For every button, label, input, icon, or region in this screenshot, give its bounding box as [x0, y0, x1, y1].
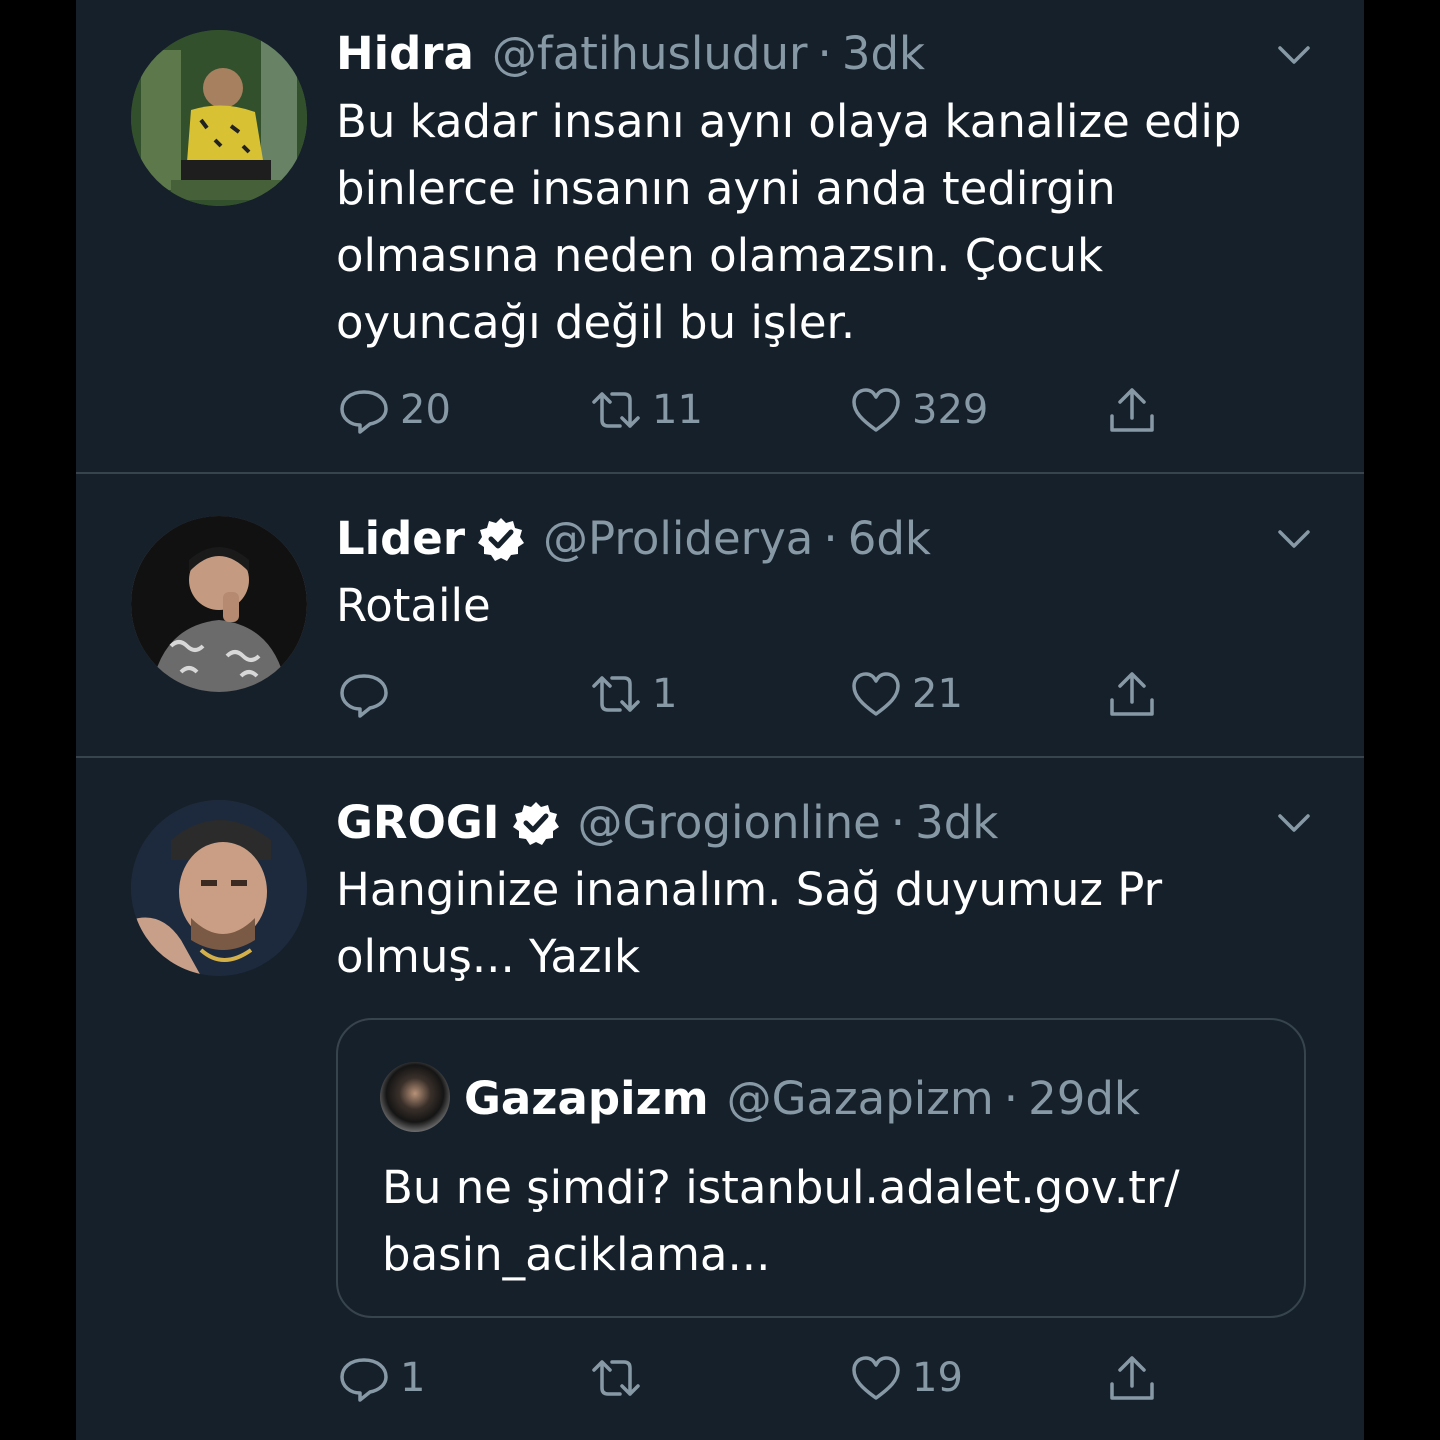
like-icon: [852, 388, 900, 432]
like-count: 19: [912, 1355, 963, 1401]
retweet-button[interactable]: 11: [588, 380, 703, 440]
user-handle[interactable]: @fatihusludur: [492, 24, 808, 84]
tweet-text-line: binlerce insanın ayni anda tedirgin: [336, 162, 1116, 215]
share-button[interactable]: [1104, 1348, 1160, 1408]
separator: ·: [1003, 1071, 1019, 1125]
quoted-tweet-header: Gazapizm @Gazapizm · 29dk: [464, 1068, 1140, 1128]
chevron-down-icon[interactable]: [1274, 518, 1314, 558]
retweet-button[interactable]: 1: [588, 664, 677, 724]
quoted-text-line: basin_aciklama...: [382, 1228, 771, 1281]
retweet-count: 11: [652, 387, 703, 433]
reply-button[interactable]: [336, 664, 400, 724]
tweet-actions: 20 11 329: [336, 380, 1236, 440]
retweet-icon: [592, 1360, 640, 1396]
user-handle[interactable]: @Grogionline: [578, 793, 881, 853]
quoted-user-handle: @Gazapizm: [726, 1071, 994, 1125]
separator: ·: [890, 796, 906, 849]
reply-icon: [340, 674, 388, 718]
quoted-timestamp: 29dk: [1028, 1071, 1140, 1125]
quoted-display-name: Gazapizm: [464, 1071, 709, 1125]
timeline: Hidra @fatihusludur · 3dk Bu kadar insan…: [76, 0, 1364, 1440]
share-icon: [1110, 388, 1154, 432]
retweet-icon: [592, 676, 640, 712]
share-icon: [1110, 1356, 1154, 1400]
tweet-header: Lider @Proliderya · 6dk: [336, 509, 1324, 569]
reply-count: 20: [400, 387, 451, 433]
reply-count: 1: [400, 1355, 426, 1401]
user-handle[interactable]: @Proliderya: [543, 509, 813, 569]
verified-badge-icon: [512, 802, 559, 845]
tweet-text-line: oyuncağı değil bu işler.: [336, 296, 856, 349]
display-name[interactable]: Lider: [336, 509, 465, 569]
quoted-text-line: Bu ne şimdi? istanbul.adalet.gov.tr/: [382, 1161, 1180, 1214]
reply-button[interactable]: 1: [336, 1348, 425, 1408]
avatar[interactable]: [131, 30, 307, 206]
share-button[interactable]: [1104, 380, 1160, 440]
like-count: 21: [912, 671, 963, 717]
like-button[interactable]: 329: [848, 380, 988, 440]
avatar[interactable]: [131, 800, 307, 976]
display-name[interactable]: GROGI: [336, 793, 500, 853]
separator: ·: [817, 27, 832, 80]
tweet-text-line: olmuş... Yazık: [336, 930, 641, 983]
tweet-text: Hanginize inanalım. Sağ duyumuz Pr olmuş…: [336, 856, 1296, 990]
like-button[interactable]: 21: [848, 664, 963, 724]
tweet-actions: 1 19: [336, 1348, 1236, 1408]
chevron-down-icon[interactable]: [1274, 34, 1314, 74]
tweet-text-line: Rotaile: [336, 579, 491, 632]
retweet-icon: [592, 392, 640, 428]
tweet-text-line: olmasına neden olamazsın. Çocuk: [336, 229, 1104, 282]
share-icon: [1110, 672, 1154, 716]
like-button[interactable]: 19: [848, 1348, 963, 1408]
like-icon: [852, 672, 900, 716]
tweet-header: Hidra @fatihusludur · 3dk: [336, 24, 1324, 84]
timestamp[interactable]: 6dk: [848, 509, 931, 569]
tweet-card[interactable]: Lider @Proliderya · 6dk Rotaile 1 21: [76, 474, 1364, 758]
tweet-text: Rotaile: [336, 572, 1296, 639]
retweet-count: 1: [652, 671, 678, 717]
tweet-text-line: Bu kadar insanı aynı olaya kanalize edip: [336, 95, 1242, 148]
reply-icon: [340, 390, 388, 434]
timestamp[interactable]: 3dk: [915, 793, 998, 853]
like-icon: [852, 1356, 900, 1400]
like-count: 329: [912, 387, 989, 433]
tweet-actions: 1 21: [336, 664, 1236, 724]
timestamp[interactable]: 3dk: [842, 24, 925, 84]
reply-button[interactable]: 20: [336, 380, 451, 440]
tweet-card[interactable]: Hidra @fatihusludur · 3dk Bu kadar insan…: [76, 0, 1364, 474]
chevron-down-icon[interactable]: [1274, 802, 1314, 842]
tweet-text-line: Hanginize inanalım. Sağ duyumuz Pr: [336, 863, 1163, 916]
retweet-button[interactable]: [588, 1348, 652, 1408]
tweet-text: Bu kadar insanı aynı olaya kanalize edip…: [336, 88, 1296, 356]
tweet-card[interactable]: GROGI @Grogionline · 3dk Hanginize inana…: [76, 758, 1364, 1440]
verified-badge-icon: [478, 518, 525, 561]
display-name[interactable]: Hidra: [336, 24, 474, 84]
share-button[interactable]: [1104, 664, 1160, 724]
quoted-tweet[interactable]: Gazapizm @Gazapizm · 29dk Bu ne şimdi? i…: [336, 1018, 1306, 1318]
avatar[interactable]: [131, 516, 307, 692]
reply-icon: [340, 1358, 388, 1402]
tweet-header: GROGI @Grogionline · 3dk: [336, 793, 1324, 853]
quoted-avatar[interactable]: [380, 1062, 450, 1132]
separator: ·: [823, 512, 838, 565]
quoted-tweet-text: Bu ne şimdi? istanbul.adalet.gov.tr/ bas…: [382, 1154, 1262, 1288]
